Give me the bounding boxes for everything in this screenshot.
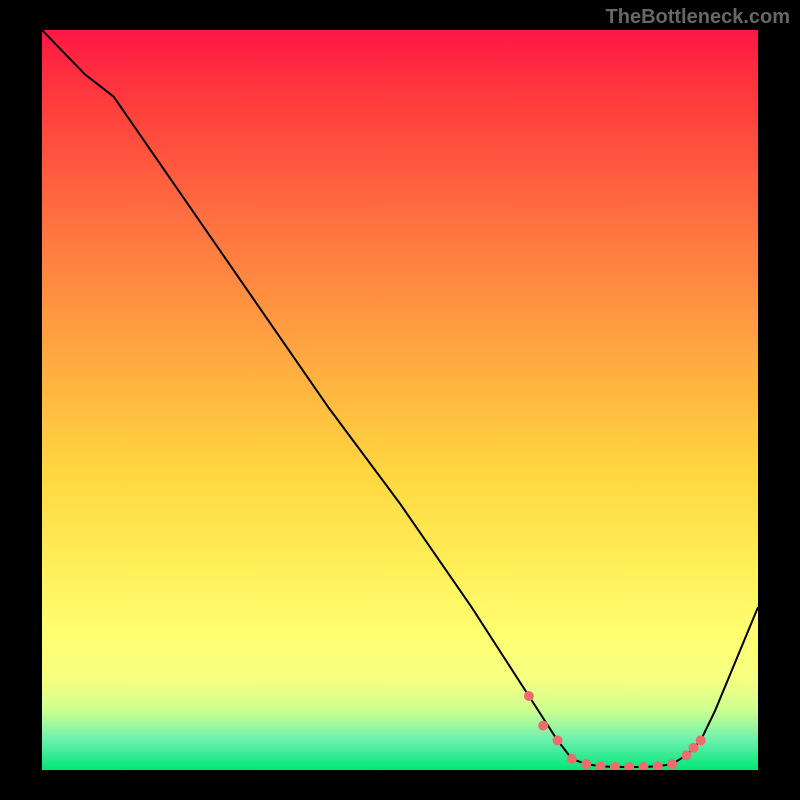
watermark-text: TheBottleneck.com	[606, 6, 790, 29]
curve-layer	[42, 30, 758, 770]
chart-container: TheBottleneck.com	[0, 0, 800, 800]
curve-dot	[524, 691, 534, 701]
curve-dot	[553, 735, 563, 745]
plot-area	[42, 30, 758, 770]
curve-dot	[624, 762, 634, 770]
curve-dot	[581, 759, 591, 769]
curve-dot	[689, 743, 699, 753]
curve-dot	[681, 750, 691, 760]
bottleneck-curve	[42, 30, 758, 767]
curve-dot	[653, 761, 663, 770]
curve-dot	[667, 759, 677, 769]
curve-dot	[638, 762, 648, 770]
curve-dot	[567, 754, 577, 764]
curve-dot	[538, 721, 548, 731]
curve-dot	[595, 761, 605, 770]
curve-dot	[696, 735, 706, 745]
curve-dot	[610, 762, 620, 770]
